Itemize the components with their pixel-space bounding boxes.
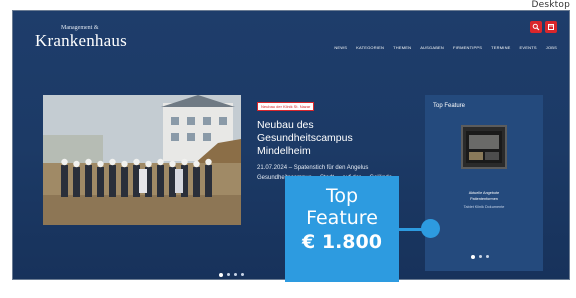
nav-item-termine[interactable]: TERMINE (491, 45, 510, 50)
slider-pagination (219, 273, 244, 277)
slide-image[interactable] (43, 95, 241, 225)
device-label: Desktop (531, 0, 570, 10)
feature-dot[interactable] (471, 255, 475, 259)
nav-item-themen[interactable]: THEMEN (393, 45, 411, 50)
menu-icon[interactable] (545, 21, 557, 33)
nav-item-jobs[interactable]: JOBS (546, 45, 557, 50)
price-badge-line2: Feature (306, 207, 378, 229)
nav-item-news[interactable]: NEWS (334, 45, 347, 50)
site-logo[interactable]: Management & Krankenhaus (35, 25, 127, 50)
slider-dot[interactable] (227, 273, 230, 276)
slider-dot[interactable] (234, 273, 237, 276)
header-icons (530, 21, 557, 33)
nav-item-firmentipps[interactable]: FIRMENTIPPS (453, 45, 482, 50)
top-feature-caption-3: Tablet Klinik Dokumente (463, 205, 505, 209)
slide-title[interactable]: Neubau des Gesundheitscampus Mindelheim (257, 119, 407, 158)
logo-main-text: Krankenhaus (35, 31, 127, 50)
price-badge-line1: Top (325, 185, 359, 207)
nav-item-ausgaben[interactable]: AUSGABEN (420, 45, 444, 50)
page: Desktop Management & Krankenhaus NEWS KA… (0, 0, 576, 298)
feature-pagination (471, 255, 489, 259)
nav-item-events[interactable]: EVENTS (520, 45, 537, 50)
price-badge: Top Feature € 1.800 (285, 176, 399, 282)
top-feature-title: Top Feature (433, 103, 466, 109)
top-feature-caption-1: Aktuelle Angebote (468, 191, 500, 195)
slide-category-badge[interactable]: Neubau der Klinik St. Nazar (257, 102, 315, 111)
feature-dot[interactable] (486, 255, 489, 258)
nav-item-kategorien[interactable]: KATEGORIEN (356, 45, 384, 50)
search-icon[interactable] (530, 21, 542, 33)
main-navigation: NEWS KATEGORIEN THEMEN AUSGABEN FIRMENTI… (334, 45, 557, 50)
slide-text: Neubau der Klinik St. Nazar Neubau des G… (257, 95, 407, 183)
callout-connector-dot (421, 219, 440, 238)
slider-dot[interactable] (241, 273, 244, 276)
top-feature-image[interactable] (461, 125, 507, 169)
feature-dot[interactable] (479, 255, 482, 258)
top-feature-box: Top Feature Aktuelle Angebote Patientenf… (425, 95, 543, 271)
price-badge-price: € 1.800 (302, 231, 382, 253)
top-feature-caption-2: Patientenformen (470, 197, 498, 201)
slider-dot[interactable] (219, 273, 223, 277)
